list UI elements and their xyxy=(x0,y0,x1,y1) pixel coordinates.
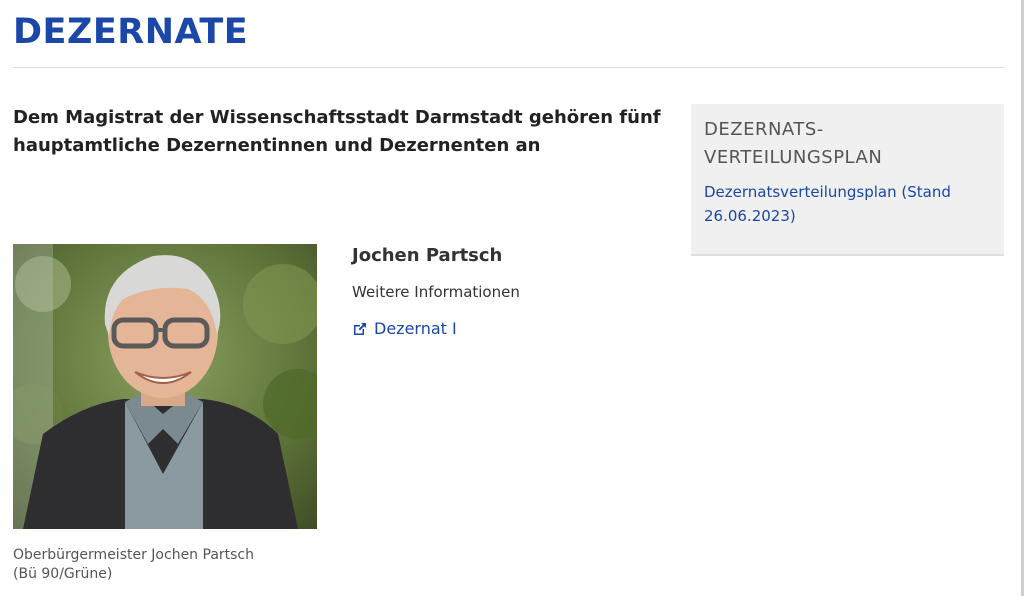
dezernat-link-label: Dezernat I xyxy=(374,319,457,338)
title-divider xyxy=(13,67,1005,68)
portrait-caption: Oberbürgermeister Jochen Partsch (Bü 90/… xyxy=(13,546,313,584)
page-title: DEZERNATE xyxy=(13,12,249,52)
dezernat-link[interactable]: Dezernat I xyxy=(352,319,457,338)
intro-text: Dem Magistrat der Wissenschaftsstadt Dar… xyxy=(13,107,661,156)
more-info-label: Weitere Informationen xyxy=(352,283,520,301)
distribution-plan-link[interactable]: Dezernatsverteilungsplan (Stand 26.06.20… xyxy=(704,180,991,228)
portrait-image xyxy=(13,244,317,529)
distribution-plan-title-line1: DEZERNATS- xyxy=(704,119,824,140)
person-name: Jochen Partsch xyxy=(352,245,503,266)
caption-line1: Oberbürgermeister Jochen Partsch xyxy=(13,547,255,563)
distribution-plan-title: DEZERNATS- VERTEILUNGSPLAN xyxy=(704,116,991,172)
external-link-icon xyxy=(354,322,366,335)
caption-line2: (Bü 90/Grüne) xyxy=(13,566,113,582)
distribution-plan-box: DEZERNATS- VERTEILUNGSPLAN Dezernatsvert… xyxy=(691,104,1004,256)
distribution-plan-title-line2: VERTEILUNGSPLAN xyxy=(704,147,883,168)
portrait-photo xyxy=(13,244,317,529)
page: DEZERNATE Dem Magistrat der Wissenschaft… xyxy=(0,0,1024,596)
